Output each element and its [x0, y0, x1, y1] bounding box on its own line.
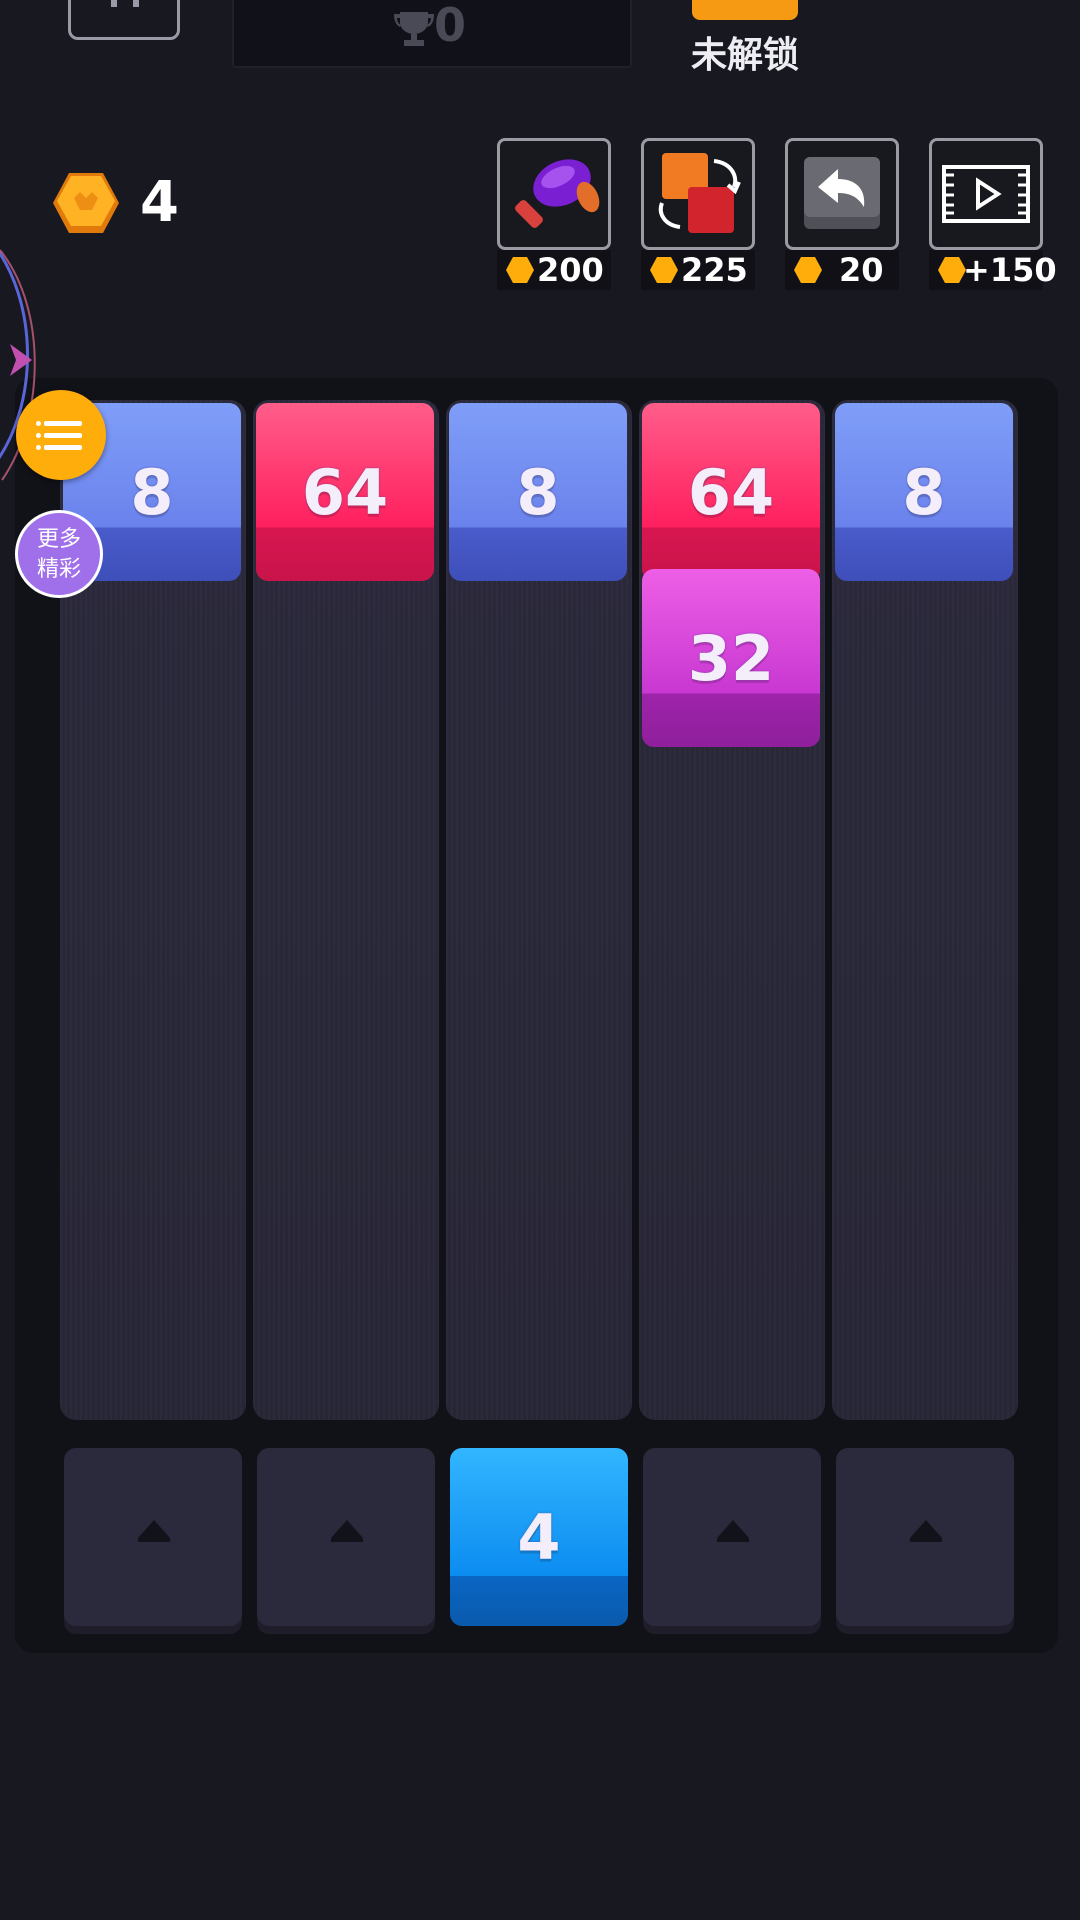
- drop-slot-5[interactable]: [836, 1448, 1014, 1626]
- coin-count: 4: [140, 170, 179, 235]
- tile: 8: [449, 403, 627, 581]
- more-label-line1: 更多: [36, 527, 81, 552]
- swap-powerup-button[interactable]: [641, 138, 755, 250]
- drop-slot-2[interactable]: [257, 1448, 435, 1626]
- pause-icon: [111, 0, 139, 7]
- hex-coin-icon: [794, 257, 822, 283]
- up-arrow-icon: [138, 1520, 170, 1542]
- undo-price: 20: [785, 250, 899, 290]
- next-tile[interactable]: 4: [450, 1448, 628, 1626]
- up-arrow-icon: [331, 1520, 363, 1542]
- undo-powerup-button[interactable]: [785, 138, 899, 250]
- undo-icon: [804, 157, 880, 229]
- trophy-score: 0: [434, 0, 467, 52]
- swap-icon: [658, 153, 741, 233]
- tile: 8: [835, 403, 1013, 581]
- hex-coin-icon: [650, 257, 678, 283]
- score-panel: 0: [232, 0, 632, 68]
- video-reward-button[interactable]: [929, 138, 1043, 250]
- unlock-label: 未解锁: [690, 35, 799, 76]
- swap-price: 225: [641, 250, 755, 290]
- drop-slot-1[interactable]: [64, 1448, 242, 1626]
- unlock-badge[interactable]: [692, 0, 798, 20]
- hammer-price: 200: [497, 250, 611, 290]
- top-left-button[interactable]: [68, 0, 180, 40]
- up-arrow-icon: [717, 1520, 749, 1542]
- trophy-icon: [394, 12, 434, 46]
- more-label-line2: 精彩: [36, 557, 81, 582]
- tile: 64: [642, 403, 820, 581]
- tile: 32: [642, 569, 820, 747]
- hex-coin-icon: [506, 257, 534, 283]
- video-reward-amount: +150: [929, 250, 1057, 290]
- hammer-powerup-button[interactable]: [497, 138, 611, 250]
- more-fun-button[interactable]: 更多 精彩: [15, 510, 103, 598]
- hex-coin-icon: [53, 173, 119, 233]
- tile: 64: [256, 403, 434, 581]
- menu-button[interactable]: [16, 390, 106, 480]
- drop-slot-4[interactable]: [643, 1448, 821, 1626]
- hammer-icon: [515, 159, 600, 228]
- up-arrow-icon: [910, 1520, 942, 1542]
- video-icon: [942, 165, 1030, 223]
